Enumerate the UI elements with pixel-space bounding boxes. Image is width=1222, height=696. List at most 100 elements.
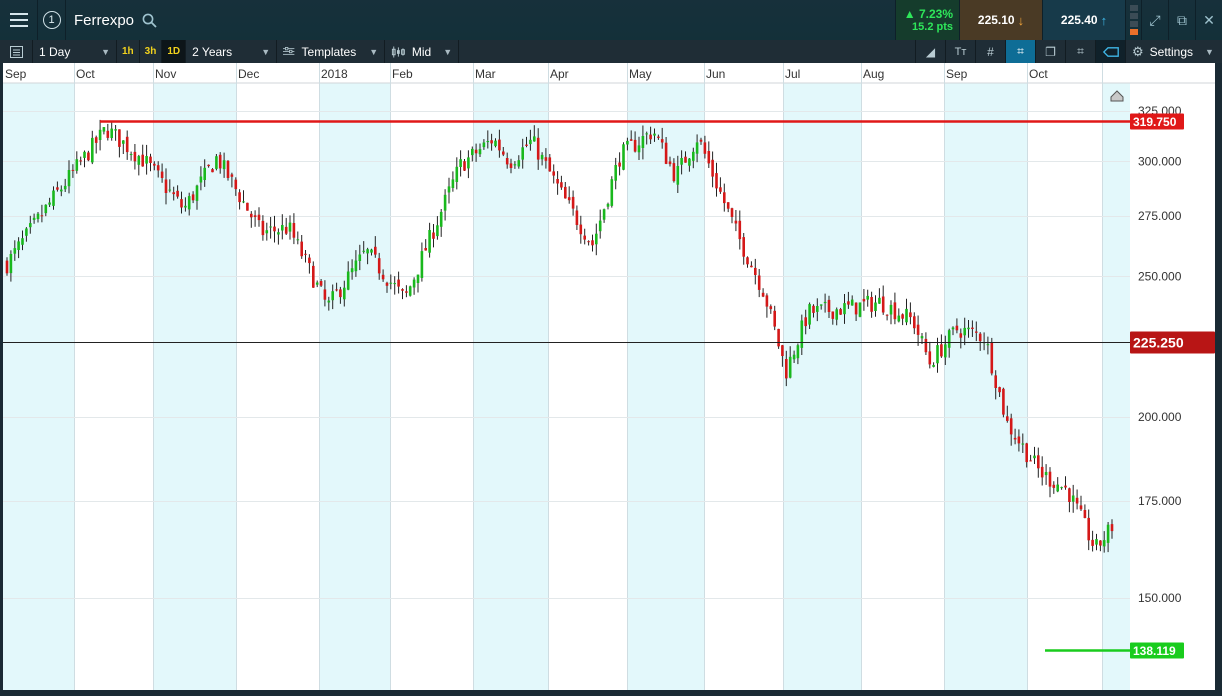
- timeframe-3h-button[interactable]: 3h: [140, 40, 163, 63]
- candle-body: [172, 192, 175, 195]
- layers-icon[interactable]: ❐: [1035, 40, 1065, 63]
- signal-meter-icon: [1125, 0, 1141, 40]
- candle-body: [44, 204, 48, 214]
- candle-body: [575, 210, 579, 225]
- text-tool-icon[interactable]: Tт: [945, 40, 975, 63]
- candle-body: [792, 354, 796, 360]
- candle-body: [847, 301, 850, 305]
- menu-button[interactable]: [0, 0, 38, 40]
- candle-body: [509, 163, 513, 168]
- candle-body: [730, 208, 734, 217]
- period-select[interactable]: 2 Years ▼: [186, 40, 278, 63]
- candle-body: [21, 238, 24, 245]
- candle-body: [250, 213, 253, 218]
- candle-body: [94, 137, 98, 143]
- candle-body: [1013, 437, 1017, 440]
- timeframe-1d-button[interactable]: 1D: [162, 40, 187, 63]
- timeframe-1h-button[interactable]: 1h: [117, 40, 140, 63]
- popout-icon[interactable]: ⧉: [1168, 0, 1195, 40]
- candle-body: [672, 163, 676, 182]
- instrument-name[interactable]: Ferrexpo: [66, 12, 134, 29]
- sell-price: 225.10: [977, 13, 1015, 27]
- candle-body: [819, 304, 823, 306]
- candle-body: [207, 164, 210, 167]
- interval-select[interactable]: 1 Day ▼: [33, 40, 117, 63]
- period-label: 2 Years: [192, 44, 233, 59]
- candle-body: [606, 203, 610, 207]
- down-arrow-icon: ↓: [1017, 12, 1025, 28]
- candle-body: [676, 166, 680, 185]
- window-number-badge[interactable]: 1: [38, 0, 66, 40]
- candle-body: [471, 148, 474, 156]
- buy-price-button[interactable]: 225.40 ↑: [1042, 0, 1125, 40]
- price-type-label: Mid: [411, 44, 432, 59]
- resistance-price-label: 319.750: [1133, 115, 1177, 129]
- price-chart[interactable]: Sep Oct Nov Dec 2018 Feb Mar Apr May Jun Jul Aug Sep…: [0, 63, 1222, 690]
- candle-body: [839, 309, 842, 315]
- candle-body: [184, 205, 187, 208]
- price-type-select[interactable]: Mid ▼: [385, 40, 460, 63]
- candle-body: [796, 345, 800, 359]
- search-icon[interactable]: [142, 13, 157, 28]
- candle-body: [858, 302, 862, 317]
- x-tick-label: Sep: [946, 67, 968, 81]
- candle-body: [893, 302, 897, 320]
- candle-body: [439, 211, 443, 227]
- candle-body: [1064, 485, 1067, 488]
- candle-body: [110, 128, 113, 138]
- candle-body: [405, 291, 408, 293]
- candle-body: [125, 136, 129, 153]
- candle-body: [734, 220, 738, 224]
- candle-body: [308, 257, 311, 264]
- candle-body: [513, 164, 517, 166]
- current-price-label: 225.250: [1133, 335, 1184, 351]
- candle-body: [951, 327, 955, 330]
- candle-body: [482, 142, 486, 148]
- sell-price-button[interactable]: 225.10 ↓: [959, 0, 1042, 40]
- candle-body: [122, 140, 125, 144]
- candle-body: [711, 159, 714, 177]
- candle-body: [75, 159, 79, 171]
- candle-body: [180, 199, 183, 208]
- grid-icon[interactable]: #: [975, 40, 1005, 63]
- candle-body: [226, 160, 230, 178]
- settings-button[interactable]: ⚙ Settings ▼: [1125, 40, 1222, 63]
- candle-body: [781, 345, 784, 356]
- crosshair-icon[interactable]: ⌗: [1005, 40, 1035, 63]
- candle-body: [913, 316, 916, 329]
- candle-body: [494, 140, 497, 147]
- candle-body: [564, 186, 567, 199]
- candle-body: [1017, 436, 1021, 444]
- price-tag-icon[interactable]: [1095, 40, 1125, 63]
- candle-body: [339, 289, 342, 298]
- list-icon[interactable]: [0, 40, 33, 63]
- candle-body: [959, 333, 963, 338]
- candle-body: [827, 299, 831, 312]
- candle-body: [1099, 540, 1102, 546]
- candle-body: [408, 286, 412, 296]
- candle-body: [1025, 443, 1028, 463]
- candle-body: [238, 192, 241, 203]
- candle-body: [905, 308, 908, 323]
- expand-icon[interactable]: ⤢: [1141, 0, 1168, 40]
- candle-body: [335, 289, 338, 291]
- candle-body: [629, 139, 633, 141]
- close-icon[interactable]: ✕: [1195, 0, 1222, 40]
- candle-body: [160, 171, 164, 178]
- chart-window: 1 Ferrexpo ▲ 7.23% 15.2 pts 225.10 ↓ 225.…: [0, 0, 1222, 696]
- x-tick-label: Feb: [392, 67, 413, 81]
- templates-select[interactable]: Templates ▼: [277, 40, 386, 63]
- candle-body: [835, 309, 838, 320]
- draw-line-icon[interactable]: ◢: [915, 40, 945, 63]
- y-tick-label: 275.000: [1138, 209, 1182, 223]
- x-tick-label: Mar: [475, 67, 496, 81]
- candle-body: [533, 136, 536, 142]
- indicator-icon[interactable]: ⌗: [1065, 40, 1095, 63]
- candle-body: [881, 296, 885, 313]
- candle-body: [963, 327, 966, 336]
- candle-body: [25, 228, 28, 236]
- candle-body: [1087, 517, 1090, 541]
- candle-body: [746, 257, 749, 265]
- candle-body: [633, 139, 637, 152]
- candle-body: [750, 265, 753, 268]
